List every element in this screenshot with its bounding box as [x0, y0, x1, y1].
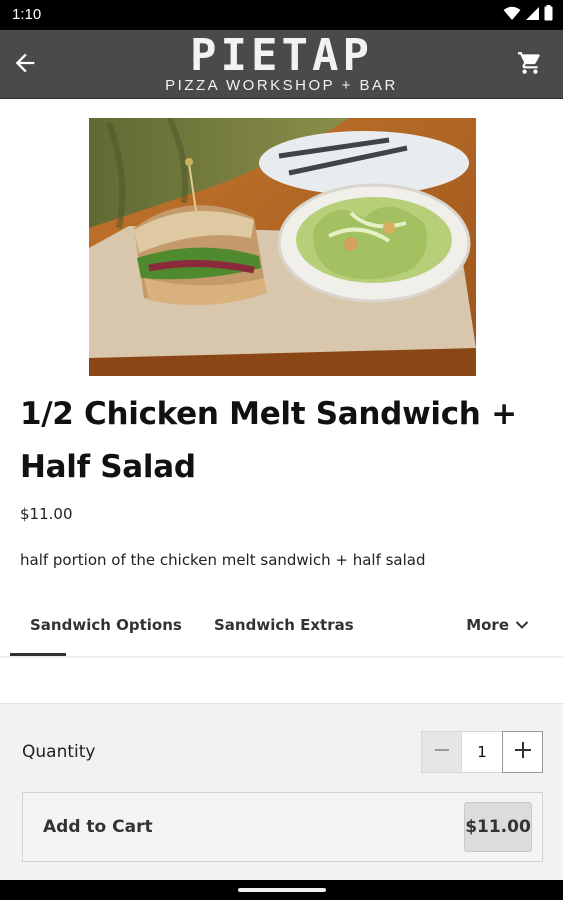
- tab-selected-indicator: [10, 653, 66, 656]
- app-bar: PIETAP PIZZA WORKSHOP + BAR: [0, 30, 563, 99]
- logo-subtitle: PIZZA WORKSHOP + BAR: [165, 77, 398, 94]
- minus-icon: [433, 741, 451, 763]
- tab-sandwich-extras[interactable]: Sandwich Extras: [214, 616, 354, 634]
- plus-icon: [513, 740, 533, 764]
- tab-more[interactable]: More: [466, 616, 529, 634]
- signal-icon: [525, 6, 540, 25]
- order-panel: Quantity 1 Add to Cart $11.00: [0, 703, 563, 880]
- battery-icon: [544, 5, 553, 25]
- item-title: 1/2 Chicken Melt Sandwich + Half Salad: [20, 396, 517, 485]
- quantity-value[interactable]: 1: [462, 731, 502, 773]
- cart-button[interactable]: [515, 50, 545, 80]
- option-tabs: Sandwich Options Sandwich Extras More: [0, 604, 563, 658]
- item-description: half portion of the chicken melt sandwic…: [20, 551, 426, 569]
- wifi-icon: [503, 6, 521, 25]
- status-time: 1:10: [12, 6, 42, 23]
- item-price: $11.00: [20, 505, 73, 523]
- increase-quantity-button[interactable]: [502, 731, 543, 773]
- back-arrow-icon: [11, 49, 39, 81]
- decrease-quantity-button[interactable]: [421, 731, 462, 773]
- system-nav-bar: [0, 880, 563, 900]
- brand-logo: PIETAP PIZZA WORKSHOP + BAR: [0, 34, 563, 94]
- back-button[interactable]: [8, 48, 42, 82]
- home-gesture-handle[interactable]: [238, 888, 326, 892]
- cart-icon: [517, 50, 543, 80]
- logo-title: PIETAP: [190, 30, 373, 81]
- chevron-down-icon: [515, 616, 529, 634]
- status-icons: [503, 5, 553, 25]
- tab-more-label: More: [466, 616, 509, 634]
- item-photo: [89, 118, 476, 376]
- quantity-stepper: 1: [421, 731, 543, 773]
- add-to-cart-button[interactable]: Add to Cart $11.00: [22, 792, 543, 862]
- quantity-label: Quantity: [22, 742, 96, 762]
- status-bar: 1:10: [0, 0, 563, 30]
- tab-sandwich-options[interactable]: Sandwich Options: [30, 616, 182, 634]
- add-to-cart-label: Add to Cart: [43, 817, 153, 837]
- add-to-cart-price: $11.00: [464, 802, 532, 852]
